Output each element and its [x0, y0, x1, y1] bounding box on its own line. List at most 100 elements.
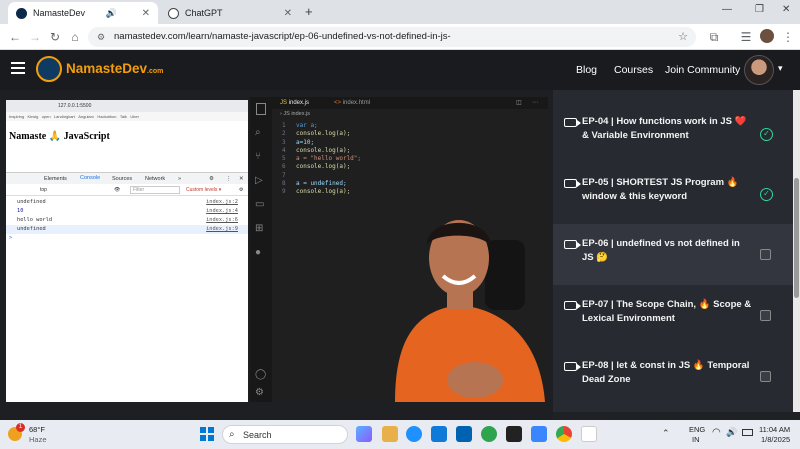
episode-item[interactable]: EP-04 | How functions work in JS ❤️ & Va…	[553, 102, 793, 163]
profile-avatar[interactable]	[760, 29, 774, 43]
source-link[interactable]: index.js:9	[206, 225, 238, 234]
site-navbar: NamasteDev.com Blog Courses Join Communi…	[0, 50, 800, 90]
copilot-icon[interactable]	[356, 426, 372, 442]
page-scrollbar[interactable]	[793, 90, 800, 412]
levels-select[interactable]: Custom levels ▾	[186, 184, 221, 196]
document-app-icon[interactable]	[581, 426, 597, 442]
edge-icon[interactable]	[406, 426, 422, 442]
outlook-icon[interactable]	[456, 426, 472, 442]
clock-date[interactable]: 1/8/2025	[761, 435, 790, 444]
source-control-icon: ⑂	[255, 151, 261, 162]
restore-icon[interactable]: ❐	[755, 4, 764, 15]
source-link[interactable]: index.js:2	[206, 198, 238, 207]
episode-item-active[interactable]: EP-06 | undefined vs not defined in JS 🤔	[553, 224, 793, 285]
nav-link-join-community[interactable]: Join Community	[665, 64, 740, 76]
check-circle-icon[interactable]: ✓	[760, 128, 773, 141]
weather-desc[interactable]: Haze	[29, 435, 47, 444]
bookmark-star-icon[interactable]: ☆	[678, 27, 688, 47]
console-line: undefined index.js:9	[6, 225, 248, 234]
editor-tab-index-js: JS index.js	[280, 100, 310, 106]
video-camera-icon	[564, 240, 581, 249]
source-link[interactable]: index.js:6	[206, 216, 238, 225]
store-icon[interactable]	[431, 426, 447, 442]
code-line: 2 console.log(a);	[282, 130, 351, 138]
video-camera-icon	[564, 301, 581, 310]
volume-icon[interactable]: 🔊	[726, 427, 737, 438]
extensions-icon[interactable]: ⧉	[705, 28, 723, 46]
console-line: hello world index.js:6	[17, 216, 238, 225]
completion-checkbox[interactable]	[760, 310, 771, 321]
minimize-icon[interactable]: —	[722, 4, 732, 15]
github-icon: ●	[255, 247, 262, 258]
back-icon[interactable]: ←	[6, 28, 24, 46]
settings-app-icon[interactable]	[531, 426, 547, 442]
window-close-icon[interactable]: ✕	[782, 4, 790, 15]
console-prompt[interactable]: >	[6, 234, 248, 243]
tab-namastedev[interactable]: NamasteDev 🔊 ✕	[8, 2, 158, 24]
site-info-icon[interactable]: ⚙	[97, 27, 105, 47]
console-filter-input[interactable]: Filter	[130, 186, 180, 194]
namastedev-logo-icon[interactable]	[36, 56, 62, 82]
tab-chatgpt[interactable]: ChatGPT ✕	[160, 2, 300, 24]
episode-title: EP-04 | How functions work in JS ❤️ & Va…	[582, 116, 747, 141]
xbox-icon[interactable]	[481, 426, 497, 442]
episode-item[interactable]: EP-08 | let & const in JS 🔥 Temporal Dea…	[553, 346, 793, 407]
address-bar[interactable]: ⚙ namastedev.com/learn/namaste-javascrip…	[88, 27, 696, 47]
editor-tab-index-html: <> index.html	[334, 100, 371, 106]
console-line: 10 index.js:4	[17, 207, 238, 216]
code-line: 8a = undefined;	[282, 180, 347, 188]
episode-sidebar: EP-04 | How functions work in JS ❤️ & Va…	[553, 90, 793, 412]
new-tab-icon[interactable]: +	[305, 4, 313, 19]
code-line: 9 console.log(a);	[282, 188, 351, 196]
region-indicator[interactable]: IN	[692, 435, 700, 444]
nav-link-blog[interactable]: Blog	[576, 64, 597, 76]
close-icon[interactable]: ✕	[142, 8, 150, 19]
language-indicator[interactable]: ENG	[689, 425, 705, 434]
namastedev-favicon-icon	[16, 7, 27, 19]
code-line: 5a = "hello world";	[282, 155, 362, 163]
episode-item[interactable]: EP-05 | SHORTEST JS Program 🔥 window & t…	[553, 163, 793, 224]
terminal-icon[interactable]	[506, 426, 522, 442]
windows-taskbar: 1 68°F Haze ⌕ Search ⌃ ENG IN ◠ 🔊 11:04 …	[0, 420, 800, 449]
completion-checkbox[interactable]	[760, 249, 771, 260]
file-explorer-icon[interactable]	[382, 426, 398, 442]
reading-list-icon[interactable]: ☰	[737, 28, 755, 46]
weather-temp[interactable]: 68°F	[29, 425, 45, 434]
logo-text[interactable]: NamasteDev.com	[66, 61, 163, 76]
completion-checkbox[interactable]	[760, 371, 771, 382]
tab-title: NamasteDev	[33, 8, 86, 18]
chatgpt-favicon-icon	[168, 7, 179, 19]
nav-link-courses[interactable]: Courses	[614, 64, 653, 76]
forward-icon[interactable]: →	[26, 28, 44, 46]
gear-icon[interactable]: ⚙	[239, 184, 243, 196]
code-line: 4 console.log(a);	[282, 146, 351, 154]
presenter-image	[395, 220, 545, 402]
speaker-icon[interactable]: 🔊	[106, 8, 117, 19]
context-select[interactable]: top	[40, 184, 47, 196]
close-icon[interactable]: ✕	[284, 8, 292, 19]
battery-icon[interactable]	[742, 429, 753, 436]
clock-time[interactable]: 11:04 AM	[759, 425, 790, 434]
eye-icon[interactable]: 👁	[114, 184, 120, 196]
episode-title: EP-06 | undefined vs not defined in JS 🤔	[582, 238, 740, 263]
episode-title: EP-08 | let & const in JS 🔥 Temporal Dea…	[582, 360, 750, 385]
chevron-up-icon[interactable]: ⌃	[662, 428, 670, 439]
chrome-icon[interactable]	[556, 426, 572, 442]
reload-icon[interactable]: ↻	[46, 28, 64, 46]
chevron-down-icon[interactable]: ▾	[778, 63, 783, 74]
menu-kebab-icon[interactable]: ⋮	[779, 28, 797, 46]
home-icon[interactable]: ⌂	[66, 28, 84, 46]
video-camera-icon	[564, 118, 581, 127]
episode-item[interactable]: EP-07 | The Scope Chain, 🔥 Scope & Lexic…	[553, 285, 793, 346]
check-circle-icon[interactable]: ✓	[760, 188, 773, 201]
wifi-icon[interactable]: ◠	[712, 427, 721, 438]
code-line: 3 a=10;	[282, 138, 315, 146]
hamburger-menu-icon[interactable]	[11, 62, 25, 76]
page-heading: Namaste 🙏 JavaScript	[9, 131, 110, 142]
windows-start-icon[interactable]	[200, 427, 214, 441]
source-link[interactable]: index.js:4	[206, 207, 238, 216]
taskbar-search[interactable]: ⌕ Search	[222, 425, 348, 444]
code-line: 7	[282, 171, 286, 179]
user-avatar[interactable]	[744, 55, 774, 85]
console-output: undefined index.js:2 10 index.js:4 hello w…	[6, 198, 248, 243]
